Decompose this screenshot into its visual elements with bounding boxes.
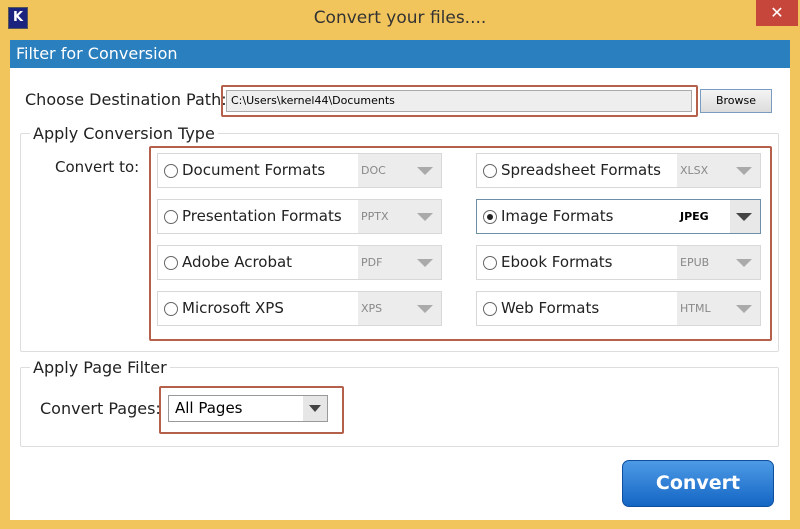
option-label: Document Formats xyxy=(182,161,326,179)
option-label: Web Formats xyxy=(501,299,600,317)
pages-value: All Pages xyxy=(175,399,243,417)
chevron-down-icon xyxy=(417,305,433,313)
format-value: PPTX xyxy=(361,210,389,223)
section-header: Filter for Conversion xyxy=(10,40,790,68)
page-filter-title: Apply Page Filter xyxy=(30,358,170,377)
format-dropdown[interactable]: PPTX xyxy=(358,200,441,233)
conversion-option[interactable]: Image Formats JPEG xyxy=(476,199,761,234)
chevron-down-icon xyxy=(736,259,752,267)
radio-button[interactable] xyxy=(164,164,178,178)
convert-button[interactable]: Convert xyxy=(622,460,774,507)
browse-button[interactable]: Browse xyxy=(700,89,772,113)
conversion-option[interactable]: Ebook Formats EPUB xyxy=(476,245,761,280)
chevron-down-icon xyxy=(417,167,433,175)
close-button[interactable]: ✕ xyxy=(756,0,798,26)
convert-pages-select[interactable]: All Pages xyxy=(168,395,328,422)
radio-button[interactable] xyxy=(164,210,178,224)
option-label: Microsoft XPS xyxy=(182,299,284,317)
chevron-down-icon xyxy=(736,213,752,221)
radio-button[interactable] xyxy=(164,302,178,316)
format-value: DOC xyxy=(361,164,386,177)
format-dropdown[interactable]: HTML xyxy=(677,292,760,325)
format-dropdown[interactable]: XLSX xyxy=(677,154,760,187)
radio-button[interactable] xyxy=(483,210,497,224)
option-label: Presentation Formats xyxy=(182,207,342,225)
radio-button[interactable] xyxy=(164,256,178,270)
conversion-option[interactable]: Presentation Formats PPTX xyxy=(157,199,442,234)
conversion-option[interactable]: Document Formats DOC xyxy=(157,153,442,188)
destination-label: Choose Destination Path: xyxy=(25,90,227,109)
convert-to-label: Convert to: xyxy=(55,158,140,176)
destination-path-input[interactable]: C:\Users\kernel44\Documents xyxy=(226,90,692,112)
format-value: EPUB xyxy=(680,256,710,269)
format-value: PDF xyxy=(361,256,383,269)
format-value: XPS xyxy=(361,302,383,315)
conversion-option[interactable]: Spreadsheet Formats XLSX xyxy=(476,153,761,188)
convert-pages-label: Convert Pages: xyxy=(40,399,161,418)
format-value: JPEG xyxy=(680,210,709,223)
radio-button[interactable] xyxy=(483,302,497,316)
option-label: Image Formats xyxy=(501,207,614,225)
option-label: Adobe Acrobat xyxy=(182,253,293,271)
conversion-option[interactable]: Adobe Acrobat PDF xyxy=(157,245,442,280)
window-title: Convert your files.... xyxy=(313,8,487,28)
radio-button[interactable] xyxy=(483,256,497,270)
option-label: Ebook Formats xyxy=(501,253,613,271)
format-dropdown[interactable]: XPS xyxy=(358,292,441,325)
chevron-down-icon xyxy=(736,305,752,313)
format-dropdown[interactable]: DOC xyxy=(358,154,441,187)
chevron-down-icon xyxy=(736,167,752,175)
format-value: HTML xyxy=(680,302,711,315)
format-value: XLSX xyxy=(680,164,709,177)
conversion-option[interactable]: Microsoft XPS XPS xyxy=(157,291,442,326)
radio-button[interactable] xyxy=(483,164,497,178)
format-dropdown[interactable]: JPEG xyxy=(677,200,760,233)
chevron-down-icon xyxy=(417,213,433,221)
format-dropdown[interactable]: EPUB xyxy=(677,246,760,279)
conversion-group-title: Apply Conversion Type xyxy=(30,124,218,143)
chevron-down-icon xyxy=(417,259,433,267)
format-dropdown[interactable]: PDF xyxy=(358,246,441,279)
option-label: Spreadsheet Formats xyxy=(501,161,661,179)
chevron-down-icon xyxy=(309,405,321,412)
conversion-option[interactable]: Web Formats HTML xyxy=(476,291,761,326)
